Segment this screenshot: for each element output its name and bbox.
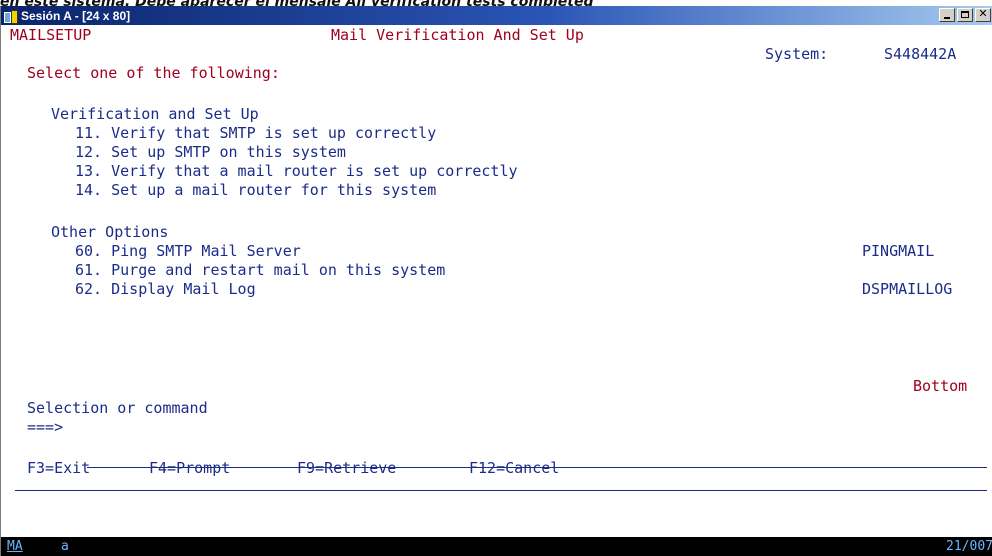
window-title: Sesión A - [24 x 80] xyxy=(21,8,131,23)
window-controls: ✕ xyxy=(937,7,991,22)
menu-option-13[interactable]: 13. Verify that a mail router is set up … xyxy=(75,161,518,181)
menu-option-11[interactable]: 11. Verify that SMTP is set up correctly xyxy=(75,123,436,143)
group-heading-verification: Verification and Set Up xyxy=(51,105,259,123)
fkey-prompt[interactable]: F4=Prompt xyxy=(149,458,230,478)
command-input-underline xyxy=(87,467,987,468)
screen-title: Mail Verification And Set Up xyxy=(331,26,584,44)
close-button[interactable]: ✕ xyxy=(975,7,991,22)
fkey-cancel[interactable]: F12=Cancel xyxy=(469,458,559,478)
status-mode: MA xyxy=(7,539,23,554)
minimize-icon xyxy=(944,17,950,19)
status-bar: MA a 21/007 xyxy=(1,537,992,556)
instruction-text: Select one of the following: xyxy=(27,64,280,82)
system-label: System: xyxy=(765,45,829,63)
menu-option-62[interactable]: 62. Display Mail Log xyxy=(75,279,256,299)
system-value: S448442A xyxy=(884,45,957,63)
fkey-exit[interactable]: F3=Exit xyxy=(27,458,90,478)
terminal-screen[interactable]: MAILSETUP Mail Verification And Set Up S… xyxy=(1,25,992,537)
maximize-icon xyxy=(961,11,969,18)
fkey-retrieve[interactable]: F9=Retrieve xyxy=(297,458,396,478)
menu-option-61[interactable]: 61. Purge and restart mail on this syste… xyxy=(75,260,445,280)
option-62-command: DSPMAILLOG xyxy=(862,280,953,298)
menu-option-12[interactable]: 12. Set up SMTP on this system xyxy=(75,142,346,162)
option-60-command: PINGMAIL xyxy=(862,242,935,260)
separator-line xyxy=(15,490,987,491)
selection-label: Selection or command xyxy=(27,399,208,417)
cursor-position: 21/007 xyxy=(946,539,992,554)
more-indicator: Bottom xyxy=(913,377,968,395)
terminal-app-icon[interactable] xyxy=(4,9,18,24)
menu-option-60[interactable]: 60. Ping SMTP Mail Server xyxy=(75,241,301,261)
command-prompt: ===> xyxy=(27,418,64,436)
menu-option-14[interactable]: 14. Set up a mail router for this system xyxy=(75,180,436,200)
title-bar[interactable]: Sesión A - [24 x 80] ✕ xyxy=(1,6,992,25)
close-icon: ✕ xyxy=(978,7,988,20)
minimize-button[interactable] xyxy=(939,8,955,22)
maximize-button[interactable] xyxy=(957,8,973,22)
group-heading-other: Other Options xyxy=(51,223,169,241)
status-indicator: a xyxy=(61,539,69,554)
terminal-window: Sesión A - [24 x 80] ✕ MAILSETUP Mail Ve… xyxy=(0,6,992,556)
program-name: MAILSETUP xyxy=(10,26,92,44)
